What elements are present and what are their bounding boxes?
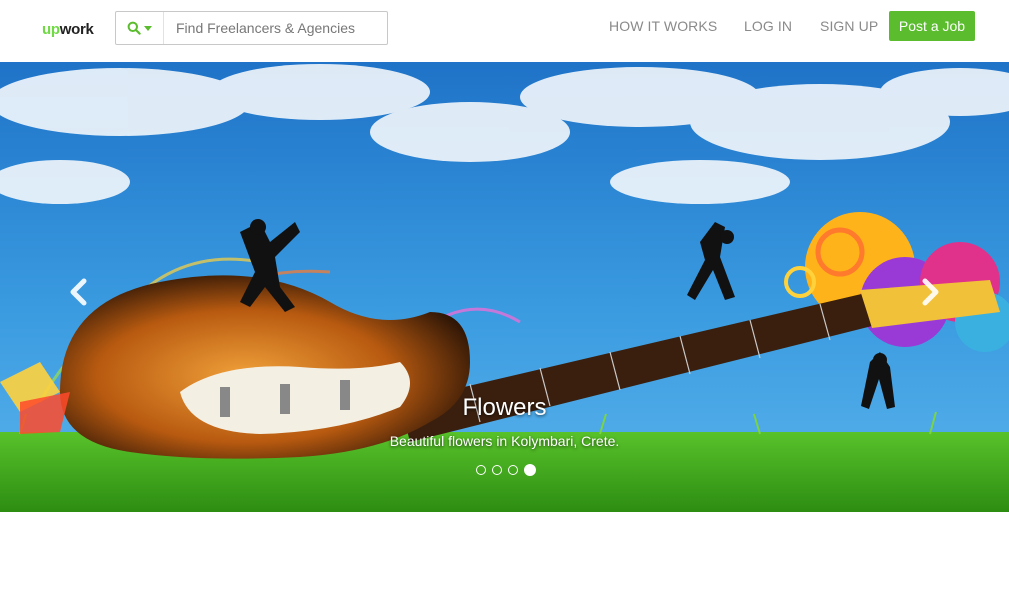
search-type-dropdown[interactable]	[116, 12, 164, 44]
top-navbar: upwork HOW IT WORKS LOG IN SIGN UP Post …	[0, 0, 1009, 62]
search-input[interactable]	[164, 12, 387, 44]
carousel-indicator[interactable]	[476, 465, 486, 475]
carousel-next-button[interactable]	[910, 270, 950, 314]
logo-up-text: up	[42, 21, 60, 38]
caret-down-icon	[144, 25, 152, 31]
chevron-left-icon	[70, 278, 87, 306]
nav-sign-up-link[interactable]: SIGN UP	[820, 18, 878, 34]
carousel-indicators	[476, 464, 536, 476]
chevron-right-icon	[922, 278, 939, 306]
carousel-caption-title: Flowers	[462, 394, 547, 421]
nav-log-in-link[interactable]: LOG IN	[744, 18, 792, 34]
carousel-indicator[interactable]	[508, 465, 518, 475]
search-icon	[127, 21, 141, 35]
carousel-indicator[interactable]	[492, 465, 502, 475]
upwork-logo[interactable]: up work	[42, 19, 94, 41]
carousel-prev-button[interactable]	[59, 270, 99, 314]
hero-carousel: Flowers Beautiful flowers in Kolymbari, …	[0, 62, 1009, 512]
logo-work-text: work	[59, 21, 94, 38]
post-a-job-button[interactable]: Post a Job	[889, 11, 975, 41]
nav-how-it-works-link[interactable]: HOW IT WORKS	[609, 18, 717, 34]
carousel-caption-text: Beautiful flowers in Kolymbari, Crete.	[389, 433, 620, 449]
carousel-indicator-active[interactable]	[524, 464, 536, 476]
search-bar	[115, 11, 388, 45]
